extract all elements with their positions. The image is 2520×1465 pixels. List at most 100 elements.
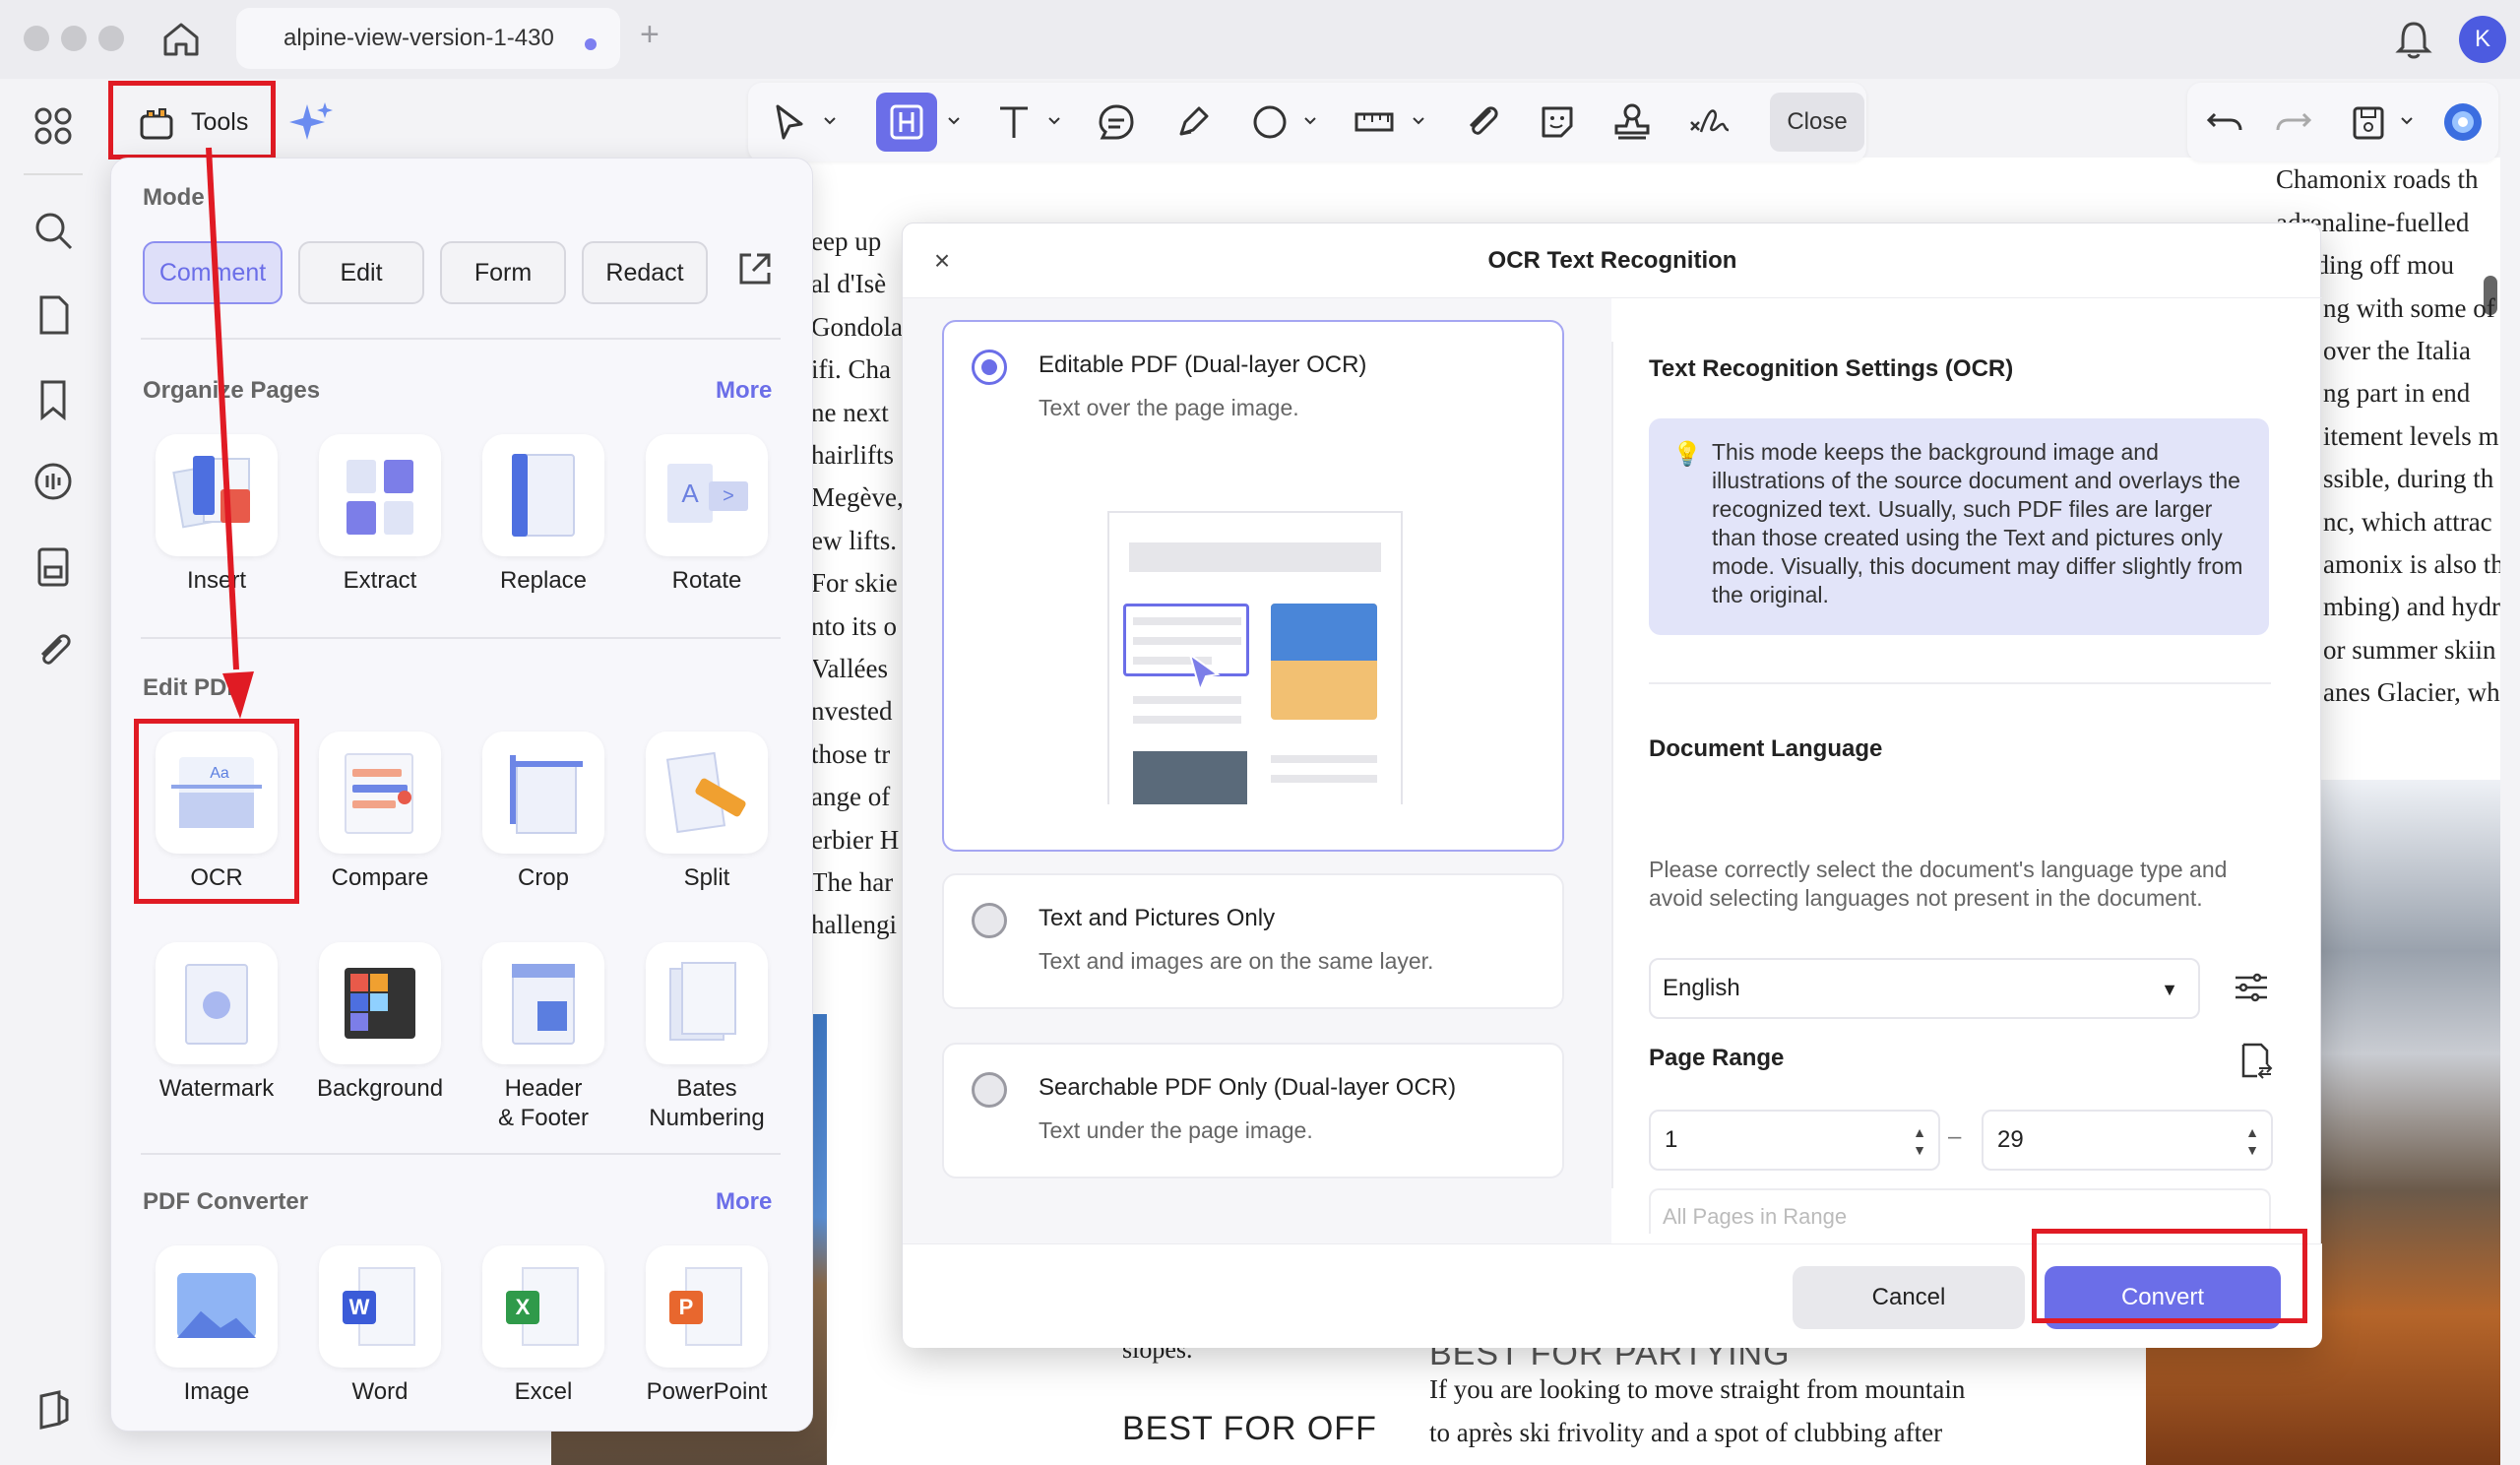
converter-more-link[interactable]: More	[716, 1188, 772, 1216]
home-icon[interactable]	[159, 18, 203, 61]
tool-extract[interactable]: Extract	[298, 434, 462, 596]
note-comment-icon[interactable]	[1095, 100, 1138, 144]
ai-sparkle-icon[interactable]	[285, 98, 337, 150]
option-text-pictures[interactable]: Text and Pictures Only Text and images a…	[942, 873, 1564, 1009]
option-editable-pdf-title: Editable PDF (Dual-layer OCR)	[1039, 351, 1367, 378]
ai-assistant-icon[interactable]	[2441, 100, 2485, 144]
tool-background[interactable]: Background	[298, 942, 462, 1104]
redo-icon[interactable]	[2272, 100, 2315, 144]
radio-text-pictures[interactable]	[972, 903, 1007, 938]
excel-icon: X	[482, 1245, 604, 1368]
bookmark-icon[interactable]	[30, 376, 77, 423]
search-icon[interactable]	[30, 207, 77, 254]
shape-circle-icon[interactable]	[1248, 100, 1292, 144]
tool-replace[interactable]: Replace	[462, 434, 625, 596]
mode-redact-button[interactable]: Redact	[582, 241, 708, 304]
range-from-input[interactable]: 1 ▲ ▼	[1649, 1110, 1940, 1171]
grid-icon[interactable]	[30, 102, 77, 150]
chevron-down-icon[interactable]	[1047, 116, 1061, 126]
tool-compare[interactable]: Compare	[298, 732, 462, 893]
range-to-stepper[interactable]: ▲ ▼	[2245, 1123, 2259, 1159]
unsaved-dot-icon	[585, 38, 597, 50]
mode-comment-button[interactable]: Comment	[143, 241, 283, 304]
save-icon[interactable]	[2347, 100, 2390, 144]
user-avatar[interactable]: K	[2459, 16, 2506, 63]
rail-divider	[24, 173, 83, 175]
chevron-down-icon[interactable]	[823, 116, 837, 126]
tool-convert-powerpoint-label: PowerPoint	[646, 1378, 768, 1405]
tool-convert-excel[interactable]: X Excel	[462, 1245, 625, 1407]
cancel-button[interactable]: Cancel	[1793, 1266, 2025, 1329]
chevron-down-icon[interactable]	[1412, 116, 1425, 126]
option-editable-pdf[interactable]: Editable PDF (Dual-layer OCR) Text over …	[942, 320, 1564, 852]
chevron-down-icon[interactable]	[2400, 116, 2414, 126]
section-divider	[141, 338, 781, 340]
new-tab-button[interactable]: +	[640, 16, 660, 54]
layers-icon[interactable]	[30, 1386, 77, 1433]
open-external-icon[interactable]	[733, 247, 777, 290]
ocr-highlight-box	[134, 719, 299, 904]
range-to-input[interactable]: 29 ▲ ▼	[1982, 1110, 2273, 1171]
range-subset-select[interactable]: All Pages in Range	[1649, 1188, 2271, 1234]
pen-icon[interactable]	[1171, 100, 1215, 144]
signature-icon[interactable]	[1687, 100, 1731, 144]
window-close-button[interactable]	[24, 26, 49, 51]
tool-insert[interactable]: Insert	[135, 434, 298, 596]
chevron-down-icon[interactable]	[1303, 116, 1317, 126]
comment-icon[interactable]	[30, 459, 77, 506]
left-rail	[0, 79, 106, 1465]
radio-searchable-pdf[interactable]	[972, 1072, 1007, 1108]
text-tool-icon[interactable]	[992, 100, 1036, 144]
lightbulb-icon: 💡	[1672, 441, 1702, 468]
dialog-separator	[1611, 342, 1613, 1188]
stamp-icon[interactable]	[1610, 100, 1654, 144]
document-tab-title: alpine-view-version-1-430	[284, 25, 554, 51]
organize-more-link[interactable]: More	[716, 377, 772, 405]
highlight-tool-button[interactable]	[876, 93, 937, 152]
undo-icon[interactable]	[2203, 100, 2246, 144]
radio-editable-pdf[interactable]	[972, 350, 1007, 385]
dialog-title: OCR Text Recognition	[1487, 247, 1737, 274]
bell-icon[interactable]	[2394, 18, 2433, 61]
option-searchable-pdf[interactable]: Searchable PDF Only (Dual-layer OCR) Tex…	[942, 1043, 1564, 1178]
tool-split[interactable]: Split	[625, 732, 788, 893]
tool-watermark[interactable]: Watermark	[135, 942, 298, 1104]
tool-crop[interactable]: Crop	[462, 732, 625, 893]
tool-convert-powerpoint[interactable]: P PowerPoint	[625, 1245, 788, 1407]
window-zoom-button[interactable]	[98, 26, 124, 51]
select-pointer-icon[interactable]	[768, 100, 811, 144]
page-range-icon[interactable]	[2236, 1041, 2275, 1080]
attachment-icon[interactable]	[30, 626, 77, 673]
option-text-pictures-subtitle: Text and images are on the same layer.	[1039, 948, 1434, 974]
settings-divider	[1649, 682, 2271, 684]
option-text-pictures-title: Text and Pictures Only	[1039, 905, 1276, 931]
mode-edit-button[interactable]: Edit	[298, 241, 424, 304]
document-left-line: Megève,	[811, 482, 904, 513]
tool-rotate[interactable]: A > Rotate	[625, 434, 788, 596]
tool-bates-numbering[interactable]: Bates Numbering	[625, 942, 788, 1133]
tool-convert-word[interactable]: W Word	[298, 1245, 462, 1407]
document-right-line: anes Glacier, wh	[2323, 677, 2500, 708]
measure-icon[interactable]	[1353, 100, 1396, 144]
document-left-line: Vallées	[811, 654, 888, 683]
sticker-icon[interactable]	[1536, 100, 1579, 144]
document-left-line: those tr	[811, 738, 891, 769]
sliders-icon[interactable]	[2232, 968, 2271, 1007]
mode-form-button[interactable]: Form	[440, 241, 566, 304]
chevron-down-icon[interactable]	[947, 116, 961, 126]
document-left-line: erbier H	[811, 824, 900, 855]
close-toolbar-button[interactable]: Close	[1770, 93, 1864, 152]
tool-convert-image[interactable]: Image	[135, 1245, 298, 1407]
watermark-icon	[156, 942, 278, 1064]
paperclip-icon[interactable]	[1461, 100, 1504, 144]
range-from-stepper[interactable]: ▲ ▼	[1913, 1123, 1926, 1159]
window-minimize-button[interactable]	[61, 26, 87, 51]
pages-icon[interactable]	[30, 291, 77, 339]
tool-header-footer[interactable]: Header & Footer	[462, 942, 625, 1133]
tool-convert-image-label: Image	[183, 1378, 250, 1405]
document-left-line: hallengi	[811, 910, 897, 940]
tool-background-label: Background	[316, 1075, 444, 1102]
document-tab[interactable]: alpine-view-version-1-430	[236, 8, 620, 69]
document-icon[interactable]	[30, 543, 77, 591]
language-select[interactable]: English ▼	[1649, 958, 2200, 1019]
